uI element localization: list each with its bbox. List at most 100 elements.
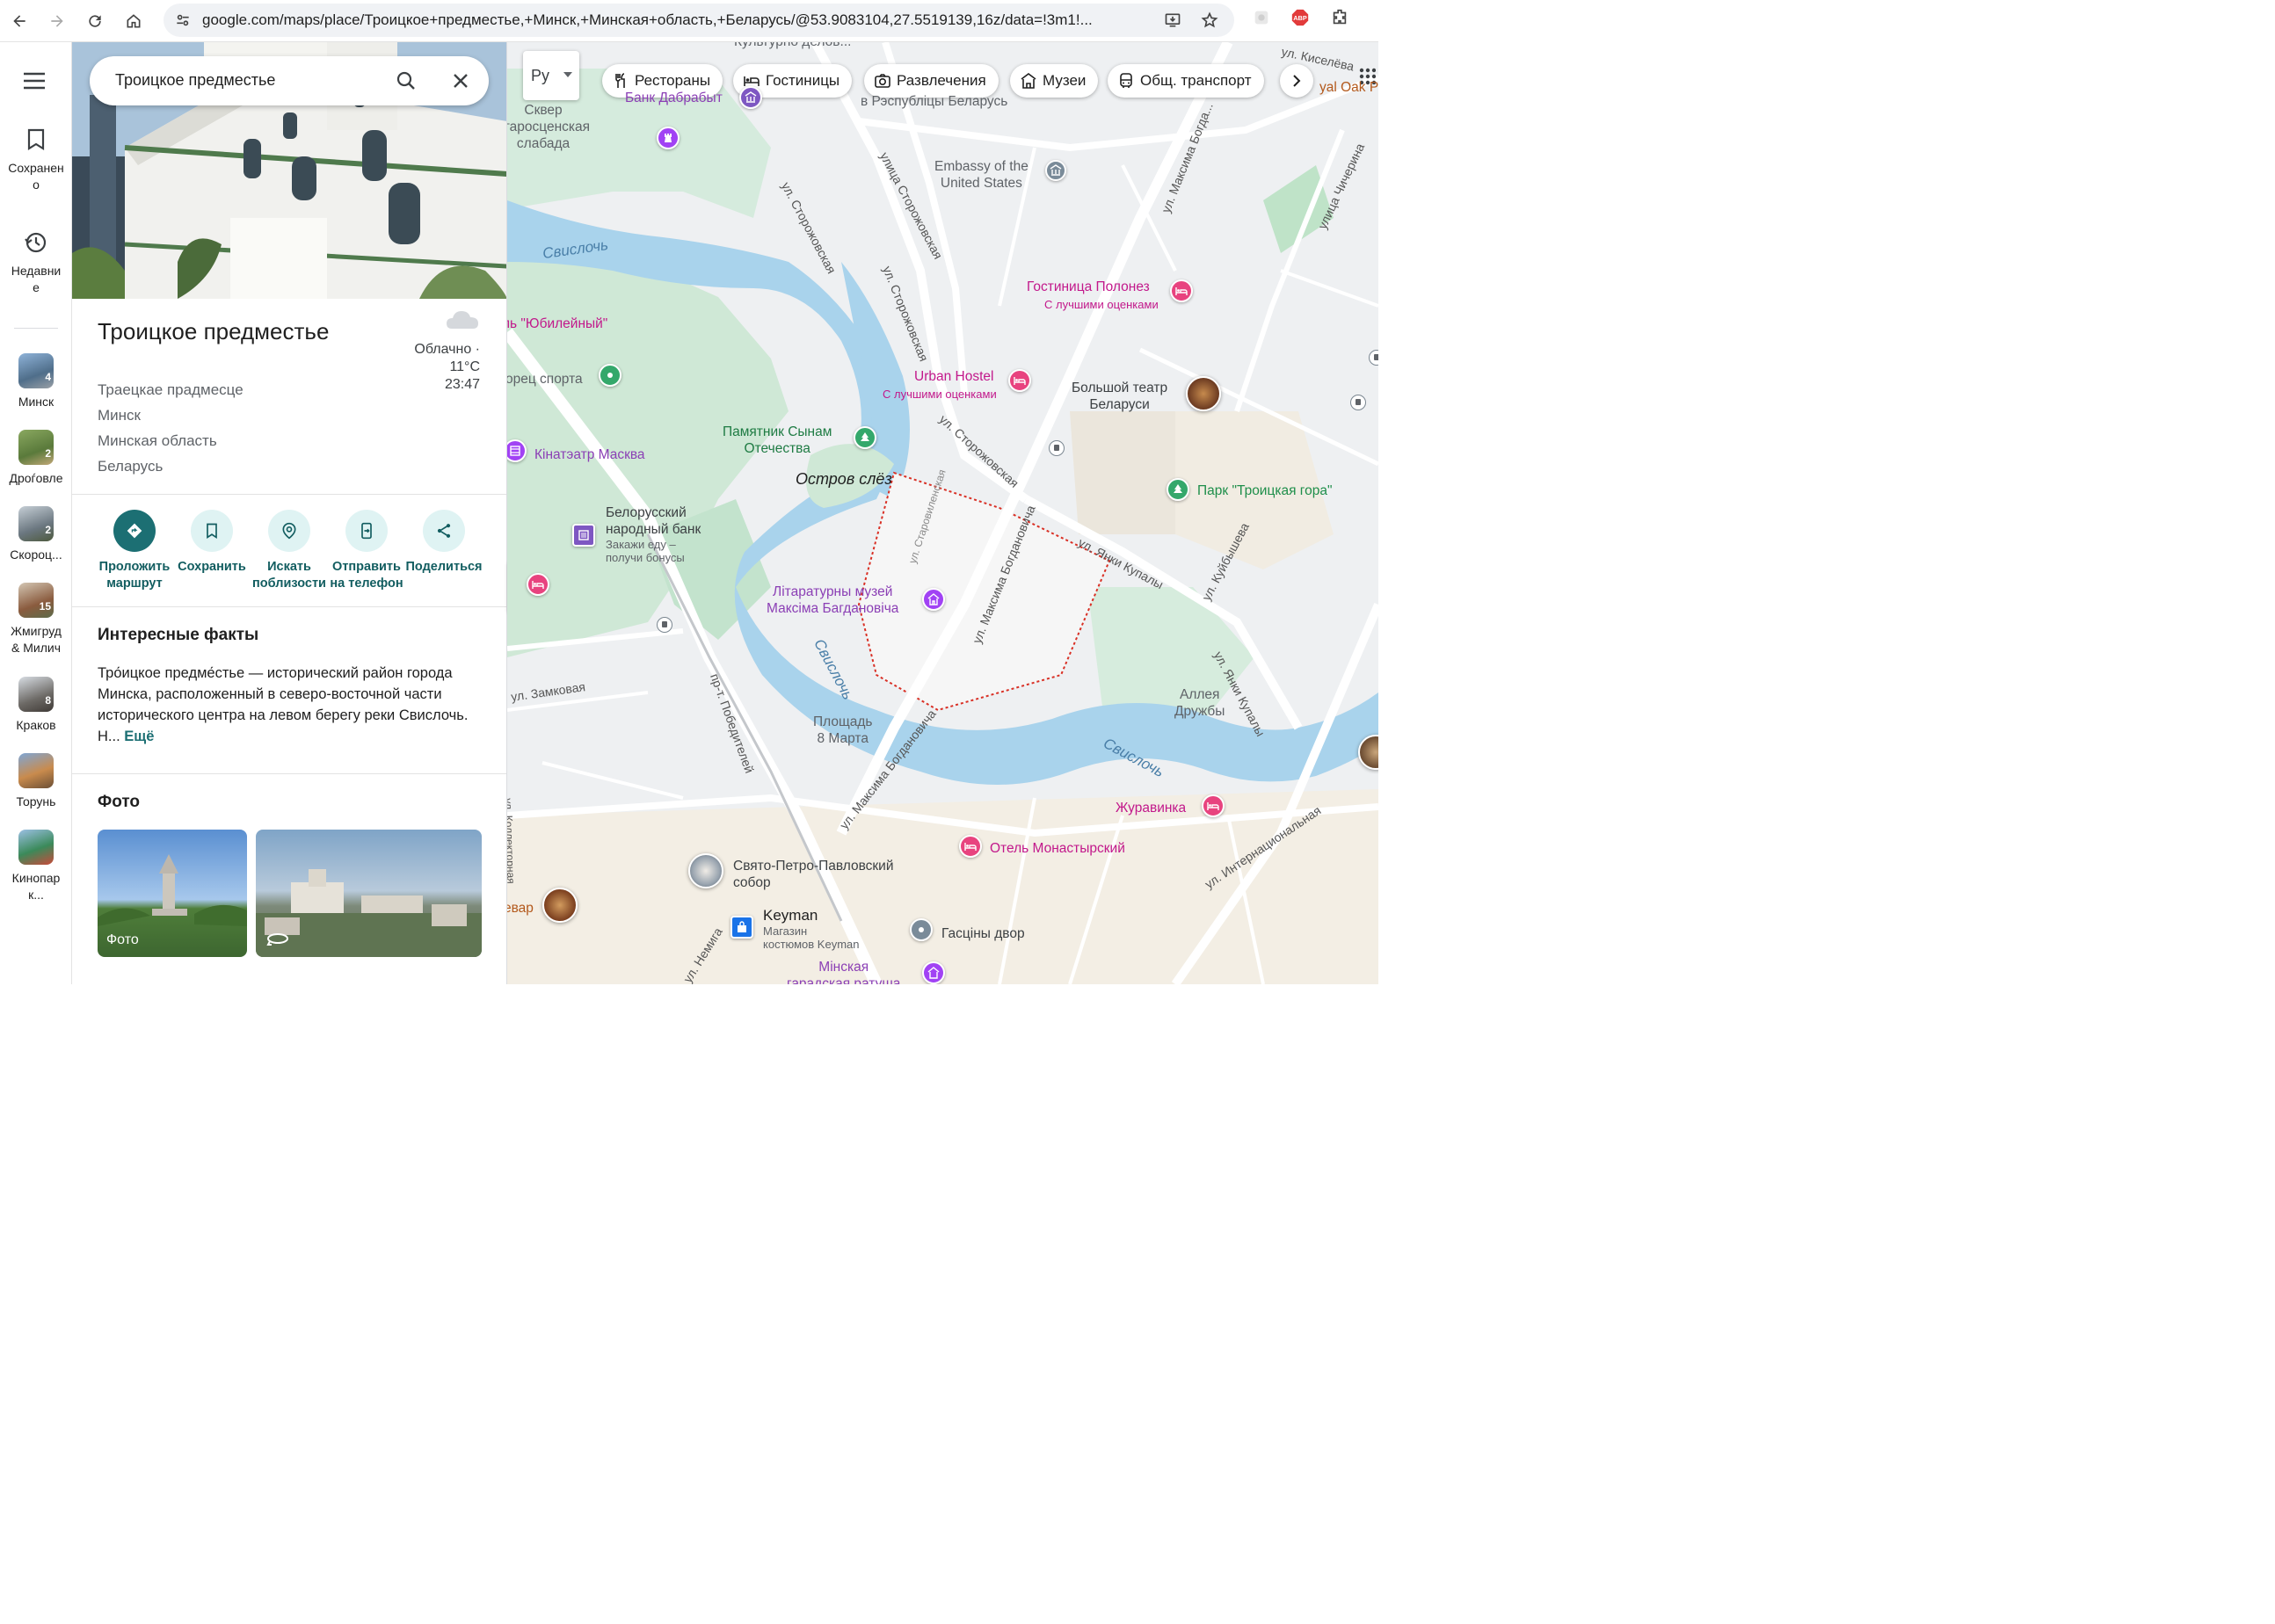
send-to-phone-circle (345, 510, 388, 552)
map-label: Культурно делов... (734, 42, 851, 50)
bus-stop[interactable] (1350, 395, 1366, 410)
directions-button[interactable]: Проложить маршрут (93, 510, 176, 592)
bolshoi-theatre-photo-pin[interactable] (1186, 376, 1221, 411)
send-to-phone-button[interactable]: Отправить на телефон (325, 510, 408, 592)
museum-pin[interactable] (922, 588, 945, 611)
language-label: Ру (531, 67, 550, 84)
recent-count-badge: 8 (45, 694, 51, 707)
site-settings-icon[interactable] (174, 11, 192, 29)
recent-place-skorots[interactable]: 2 Скороц... (0, 506, 72, 563)
park-pin[interactable] (1167, 478, 1189, 501)
facts-more-link[interactable]: Ещё (124, 729, 154, 744)
recent-place-label: Жмигруд & Милич (11, 624, 62, 655)
forward-button[interactable] (41, 5, 73, 37)
url-text[interactable]: google.com/maps/place/Троицкое+предместь… (202, 11, 1134, 29)
bus-stop[interactable] (657, 617, 672, 633)
cathedral-photo-pin[interactable] (688, 853, 723, 888)
address-line: Беларусь (98, 458, 164, 475)
map-label: ль "Юбилейный" (507, 316, 608, 331)
map-label: Закажи еду – получи бонусы (606, 538, 685, 564)
recent-place-zmigrod[interactable]: 15 Жмигруд & Милич (0, 583, 72, 656)
map-label: yal Oak Pu (1319, 80, 1378, 95)
map-label: орец спорта (507, 372, 583, 387)
hero-photo[interactable]: Троицкое предместье (72, 42, 506, 299)
photo-360-thumbnail[interactable] (256, 830, 482, 957)
chip-label: Развлечения (897, 72, 986, 89)
map-label: Літаратурны музей Максіма Багдановіча (767, 584, 899, 616)
map-canvas[interactable]: Ру Рестораны Гостиницы Развлечения Музеи… (507, 42, 1378, 984)
poi-bank-pin[interactable] (739, 86, 762, 109)
recent-count-badge: 4 (45, 371, 51, 383)
extension-puzzle-grey-icon[interactable] (1252, 8, 1271, 27)
restaurant-photo-pin[interactable] (542, 888, 578, 923)
reload-button[interactable] (79, 5, 111, 37)
save-label: Сохранить (178, 560, 246, 574)
chevron-right-icon (1293, 75, 1301, 87)
photo-caption: Фото (106, 932, 139, 947)
place-title: Троицкое предместье (98, 318, 330, 344)
address-bar[interactable]: google.com/maps/place/Троицкое+предместь… (164, 4, 1234, 37)
nbrb-pin[interactable] (572, 524, 595, 547)
cloudy-weather-icon (447, 311, 478, 329)
embassy-pin[interactable] (1045, 160, 1066, 181)
photo-thumbnail[interactable]: Фото (98, 830, 247, 957)
recent-count-badge: 2 (45, 447, 51, 460)
search-input[interactable]: Троицкое предместье (115, 71, 275, 90)
hotel-monast-pin[interactable] (959, 835, 982, 858)
zhuravinka-pin[interactable] (1202, 794, 1225, 817)
recent-place-label: Скороц... (10, 547, 62, 562)
browser-toolbar: google.com/maps/place/Троицкое+предместь… (0, 0, 1378, 42)
recent-place-label: Торунь (16, 794, 56, 808)
recent-place-minsk[interactable]: 4 Минск (0, 353, 72, 410)
map-label: С лучшими оценками (1044, 298, 1159, 311)
share-label: Поделиться (405, 560, 483, 574)
rail-recent[interactable]: Недавни е (0, 231, 72, 296)
camera-icon (875, 74, 890, 88)
close-icon[interactable] (450, 70, 471, 91)
keyman-pin[interactable] (730, 916, 753, 939)
palace-sport-pin[interactable] (599, 364, 621, 387)
recent-place-drogowle[interactable]: 2 Дроѓовле (0, 430, 72, 487)
bookmark-star-icon[interactable] (1201, 11, 1218, 29)
urban-hostel-pin[interactable] (1008, 369, 1031, 392)
hotel-pin[interactable] (527, 573, 549, 596)
nearby-button[interactable]: Искать поблизости (248, 510, 331, 592)
chess-rook-icon (665, 134, 672, 142)
gostiny-pin[interactable] (910, 918, 933, 941)
search-box[interactable]: Троицкое предместье (90, 56, 489, 105)
map-label: Белорусский народный банк (606, 505, 701, 537)
chevron-down-icon (563, 72, 572, 77)
bed-icon (1207, 802, 1219, 810)
chip-transit[interactable]: Общ. транспорт (1108, 64, 1264, 98)
chip-museums[interactable]: Музеи (1010, 64, 1099, 98)
weather-condition: Облачно · (414, 342, 480, 357)
recent-place-label: Кинопар к... (11, 871, 61, 902)
bed-icon (532, 581, 544, 589)
hotel-polonez-pin[interactable] (1170, 279, 1193, 302)
recent-place-kinopark[interactable]: Кинопар к... (0, 830, 72, 903)
rail-saved[interactable]: Сохранен о (0, 128, 72, 193)
bed-icon (1175, 287, 1188, 295)
save-button[interactable]: Сохранить (171, 510, 253, 576)
recent-place-thumbnail (18, 753, 54, 788)
monument-pin[interactable] (854, 426, 876, 449)
bus-stop[interactable] (1049, 440, 1065, 456)
recent-place-krakow[interactable]: 8 Краков (0, 677, 72, 734)
ratusha-pin[interactable] (922, 961, 945, 984)
install-app-icon[interactable] (1164, 11, 1181, 29)
menu-button[interactable] (23, 72, 46, 94)
home-button[interactable] (118, 5, 149, 37)
bus-icon (1356, 399, 1361, 405)
bank-icon (578, 530, 589, 540)
map-language-button[interactable]: Ру (523, 51, 579, 100)
recent-place-torun[interactable]: Торунь (0, 753, 72, 810)
chips-next-button[interactable] (1280, 64, 1313, 98)
share-button[interactable]: Поделиться (403, 510, 485, 576)
extensions-icon[interactable] (1330, 8, 1349, 27)
poi-skver-pin[interactable] (657, 127, 680, 149)
bus-stop[interactable] (1369, 350, 1378, 366)
search-icon[interactable] (396, 70, 417, 91)
back-button[interactable] (4, 5, 35, 37)
adblock-icon[interactable]: ABP (1290, 8, 1310, 27)
map-label: Свято-Петро-Павловский собор (733, 859, 894, 890)
